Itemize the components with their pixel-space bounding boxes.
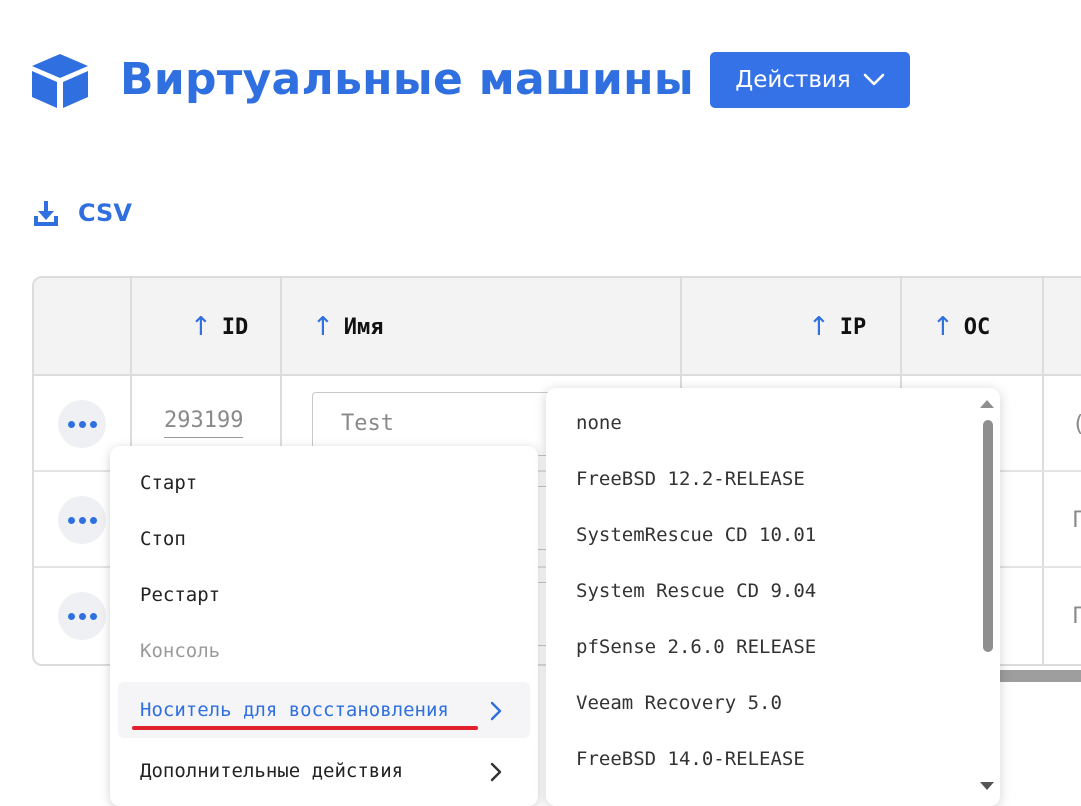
submenu-item[interactable]: none	[546, 395, 976, 451]
csv-label: CSV	[78, 199, 132, 227]
download-icon	[34, 201, 58, 226]
submenu-item[interactable]: System Rescue CD 9.04	[546, 563, 976, 619]
table-horizontal-scrollbar[interactable]	[998, 670, 1081, 682]
cropped-cell-glyph: Г	[1072, 508, 1081, 533]
menu-item-start[interactable]: Старт	[118, 455, 530, 511]
submenu-scrollbar-thumb[interactable]	[983, 420, 993, 652]
scroll-down-arrow-icon[interactable]	[980, 782, 994, 790]
cropped-cell-glyph: Г	[1072, 604, 1081, 629]
sort-arrow-icon: ↑	[808, 312, 830, 342]
submenu-item[interactable]: pfSense 2.6.0 RELEASE	[546, 619, 976, 675]
sort-arrow-icon: ↑	[190, 312, 212, 342]
column-header-os[interactable]: ↑ ОС	[932, 278, 990, 376]
submenu-item[interactable]: Veeam Recovery 5.0	[546, 675, 976, 731]
column-divider	[1042, 278, 1044, 664]
column-header-ip[interactable]: ↑ IP	[808, 278, 866, 376]
sort-arrow-icon: ↑	[932, 312, 954, 342]
virtual-machines-cube-icon	[30, 52, 90, 110]
menu-item-label: Старт	[140, 472, 198, 494]
row-context-menu: Старт Стоп Рестарт Консоль Носитель для …	[110, 446, 538, 806]
menu-item-additional-actions[interactable]: Дополнительные действия	[118, 743, 530, 799]
row-actions-button[interactable]	[58, 592, 106, 640]
menu-item-console: Консоль	[118, 623, 530, 679]
menu-item-label: Стоп	[140, 528, 186, 550]
column-header-id[interactable]: ↑ ID	[190, 278, 248, 376]
cropped-cell-glyph: (	[1072, 412, 1081, 437]
csv-export-link[interactable]: CSV	[32, 196, 132, 230]
column-header-name[interactable]: ↑ Имя	[312, 278, 384, 376]
sort-arrow-icon: ↑	[312, 312, 334, 342]
row-actions-button[interactable]	[58, 400, 106, 448]
menu-item-label: Консоль	[140, 640, 221, 662]
chevron-right-icon	[490, 762, 502, 782]
submenu-item[interactable]: SystemRescue CD 10.01	[546, 507, 976, 563]
chevron-right-icon	[490, 701, 502, 721]
menu-item-label: Носитель для восстановления	[140, 699, 449, 721]
scroll-up-arrow-icon[interactable]	[980, 400, 994, 408]
menu-item-label: Рестарт	[140, 584, 221, 606]
menu-item-label: Дополнительные действия	[140, 760, 404, 782]
page-title: Виртуальные машины	[120, 54, 694, 105]
chevron-down-icon	[863, 73, 885, 86]
column-label: ОС	[963, 314, 991, 340]
menu-item-restart[interactable]: Рестарт	[118, 567, 530, 623]
vm-id-link[interactable]: 293199	[164, 408, 244, 438]
submenu-item[interactable]: FreeBSD 12.2-RELEASE	[546, 451, 976, 507]
recovery-media-submenu: none FreeBSD 12.2-RELEASE SystemRescue C…	[546, 388, 1000, 806]
row-actions-button[interactable]	[58, 496, 106, 544]
column-label: IP	[839, 314, 867, 340]
menu-item-stop[interactable]: Стоп	[118, 511, 530, 567]
column-label: Имя	[343, 314, 384, 340]
submenu-item[interactable]: FreeBSD 14.0-RELEASE	[546, 731, 976, 787]
highlight-underline	[132, 726, 478, 730]
actions-dropdown-button[interactable]: Действия	[710, 52, 910, 108]
column-label: ID	[221, 314, 249, 340]
actions-button-label: Действия	[735, 67, 851, 93]
